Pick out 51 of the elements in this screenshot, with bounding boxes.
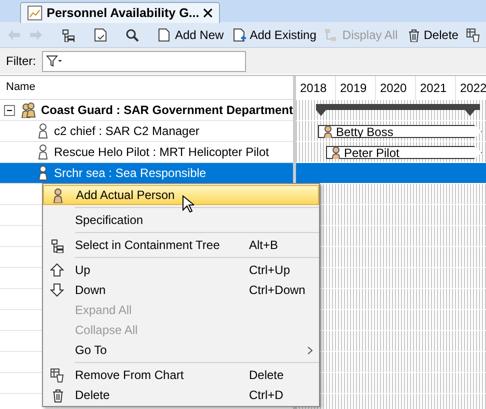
person-icon — [36, 123, 50, 139]
back-arrow-icon — [7, 28, 21, 40]
column-header: Name — [0, 76, 293, 100]
mouse-pointer-icon — [182, 195, 194, 213]
checklist-icon — [93, 28, 107, 42]
table-trash-icon — [50, 368, 64, 382]
chart-document-icon — [27, 5, 43, 21]
tree-row[interactable]: Srchr sea : Sea Responsible — [0, 163, 293, 184]
menu-item[interactable]: Add Actual Person — [43, 185, 319, 205]
tree-row[interactable]: c2 chief : SAR C2 Manager — [0, 121, 293, 142]
person-icon — [51, 188, 65, 202]
year-header: 2018 — [296, 76, 336, 100]
tree-icon — [50, 238, 64, 252]
menu-item[interactable]: Up Ctrl+Up — [43, 260, 319, 280]
person-icon — [329, 146, 341, 160]
add-document-icon — [232, 28, 246, 42]
hierarchy-icon — [324, 28, 338, 42]
menu-item[interactable]: Delete Ctrl+D — [43, 385, 319, 405]
year-header: 2020 — [376, 76, 416, 100]
menu-item[interactable]: Remove From Chart Delete — [43, 365, 319, 385]
menu-item[interactable]: Down Ctrl+Down — [43, 280, 319, 300]
document-tab[interactable]: Personnel Availability G... — [20, 2, 220, 23]
menu-item[interactable]: Specification — [43, 210, 319, 230]
new-document-icon — [157, 28, 171, 42]
menu-item[interactable]: Go To — [43, 340, 319, 360]
close-icon[interactable] — [203, 8, 213, 18]
person-icon — [36, 144, 50, 160]
gantt-bar: Betty Boss — [318, 125, 482, 138]
group-icon — [18, 102, 37, 118]
down-arrow-icon — [50, 282, 64, 298]
gantt-bar: Peter Pilot — [326, 146, 482, 159]
year-header: 2019 — [336, 76, 376, 100]
collapse-icon[interactable] — [4, 104, 15, 116]
toolbar-button[interactable]: Add Existing — [228, 24, 320, 46]
year-header: 2021 — [416, 76, 456, 100]
person-icon — [321, 124, 333, 138]
tree-icon — [61, 28, 75, 42]
up-arrow-icon — [50, 262, 64, 278]
forward-arrow-icon — [29, 28, 43, 40]
menu-item[interactable]: Select in Containment Tree Alt+B — [43, 235, 319, 255]
filter-label: Filter: — [6, 53, 36, 70]
table-trash-icon — [466, 28, 480, 42]
year-header: 2022 — [456, 76, 486, 100]
tree-row[interactable]: Coast Guard : SAR Government Department — [0, 100, 293, 121]
toolbar-button[interactable]: Delete — [402, 24, 462, 46]
filter-icon — [46, 55, 62, 67]
trash-icon — [50, 388, 64, 402]
toolbar-button[interactable]: Add New — [154, 24, 227, 46]
filter-field[interactable] — [42, 50, 246, 72]
search-icon — [125, 28, 139, 42]
person-icon — [36, 165, 50, 181]
